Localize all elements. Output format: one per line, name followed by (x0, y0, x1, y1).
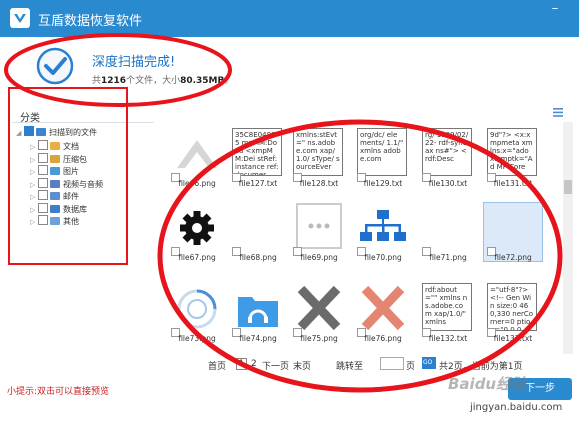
annotation-overlay (4, 33, 563, 393)
annotation-ellipse-status (4, 33, 232, 107)
annotation-rect-sidebar (8, 87, 128, 265)
annotation-ellipse-grid (157, 119, 563, 393)
